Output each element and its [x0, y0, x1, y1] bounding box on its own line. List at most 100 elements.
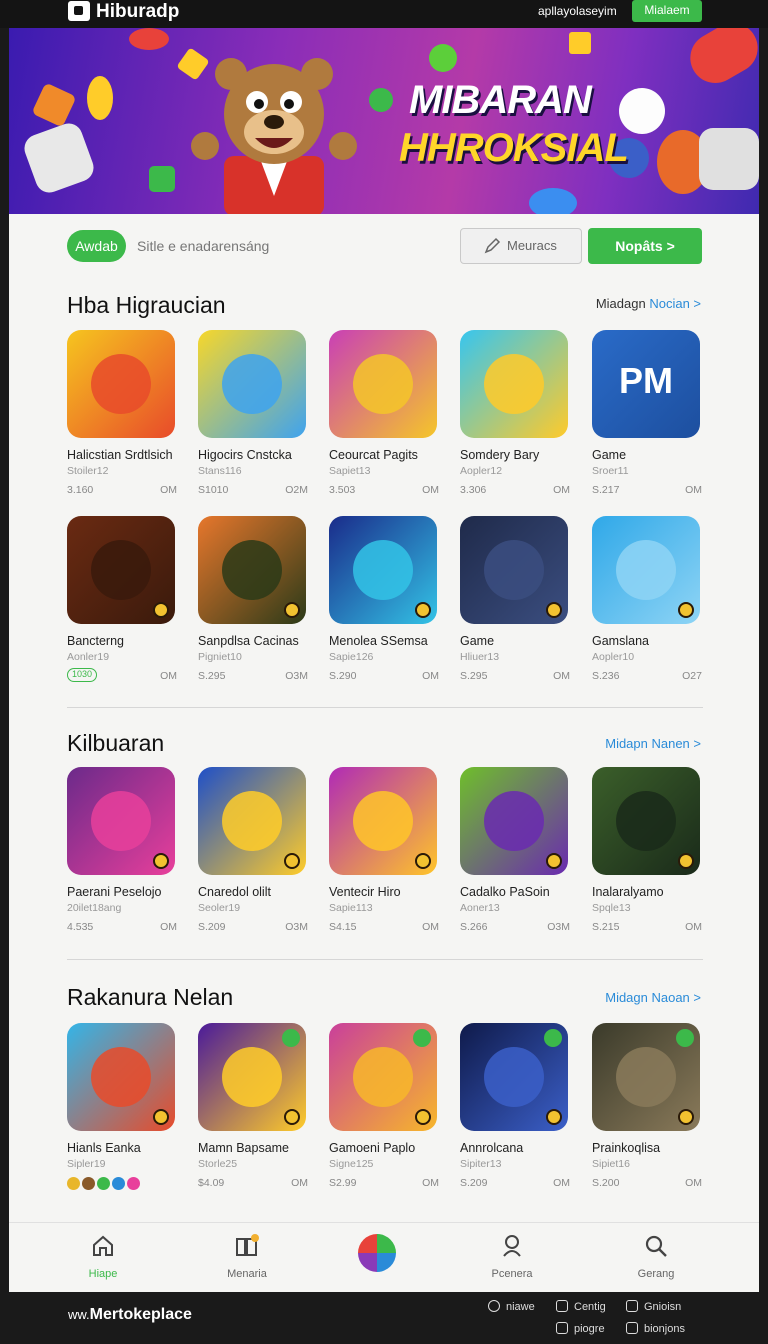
app-subtitle: Aonler19	[67, 651, 110, 663]
app-card[interactable]: Ventecir Hiro Sapie113 S4.15 OM	[329, 767, 439, 933]
app-card[interactable]: Menolea SSemsa Sapie126 S.290 OM	[329, 516, 439, 682]
go-button[interactable]: Nopâts >	[588, 228, 702, 264]
app-name: Ceourcat Pagits	[329, 448, 418, 462]
app-icon[interactable]	[67, 516, 175, 624]
brand-name[interactable]: Hiburadp	[96, 1, 179, 23]
app-card[interactable]: Ceourcat Pagits Sapiet13 3.503 OM	[329, 330, 439, 496]
app-name: Bancterng	[67, 634, 124, 648]
app-icon[interactable]	[460, 1023, 568, 1131]
nav-item-search[interactable]: Gerang	[611, 1233, 701, 1280]
footer-link[interactable]: Centig	[556, 1300, 606, 1313]
footer-link[interactable]: niawe	[488, 1300, 535, 1313]
nav-label: Menaria	[227, 1268, 267, 1280]
app-card[interactable]: Sanpdlsa Cacinas Pigniet10 S.295 O3M	[198, 516, 308, 682]
app-card[interactable]: PM Game Sroer11 S.217 OM	[592, 330, 702, 496]
app-icon[interactable]	[329, 516, 437, 624]
logo-icon	[68, 1, 90, 21]
section-link[interactable]: Miadagn Nocian >	[596, 296, 701, 311]
app-icon[interactable]	[67, 1023, 175, 1131]
app-card[interactable]: Gamoeni Paplo Signe125 S2.99 OM	[329, 1023, 439, 1189]
check-icon	[676, 1029, 694, 1047]
nav-item-center[interactable]	[332, 1233, 422, 1282]
app-card[interactable]: Bancterng Aonler19 1030 OM	[67, 516, 177, 682]
hero-decoration	[569, 32, 591, 54]
app-icon-art	[222, 540, 282, 600]
footer-link[interactable]: piogre	[556, 1322, 605, 1335]
app-name: Gamoeni Paplo	[329, 1141, 416, 1155]
app-subtitle: Stans116	[198, 465, 242, 477]
app-card[interactable]: Prainkoqlisa Sipiet16 S.200 OM	[592, 1023, 702, 1189]
search-input[interactable]: Sitle e enadarensáng	[137, 238, 269, 254]
filter-label: Meuracs	[507, 238, 557, 253]
divider	[67, 707, 703, 708]
app-card[interactable]: Somdery Bary Aopler12 3.306 OM	[460, 330, 570, 496]
app-badge: 1030	[67, 668, 98, 682]
main-panel: MIBARAN HHROKSIAL Awdab Sitle e enadaren…	[9, 28, 759, 1292]
app-card[interactable]: Annrolcana Sipiter13 S.209 OM	[460, 1023, 570, 1189]
filter-button[interactable]: Meuracs	[460, 228, 582, 264]
app-icon[interactable]	[460, 767, 568, 875]
section-link[interactable]: Midagn Naoan >	[605, 990, 701, 1005]
top-link[interactable]: apllayolaseyim	[538, 4, 617, 18]
app-card[interactable]: Higocirs Cnstcka Stans116 S1010 O2M	[198, 330, 308, 496]
app-card[interactable]: Gamslana Aopler10 S.236 O27	[592, 516, 702, 682]
app-icon[interactable]	[460, 330, 568, 438]
app-card[interactable]: Game Hliuer13 S.295 OM	[460, 516, 570, 682]
nav-item-home[interactable]: Hiape	[58, 1233, 148, 1280]
app-price: S.236	[592, 670, 620, 682]
app-icon[interactable]: PM	[592, 330, 700, 438]
footer-link-label: piogre	[574, 1323, 605, 1335]
app-icon[interactable]	[592, 767, 700, 875]
app-card[interactable]: Cnaredol olilt Seoler19 S.209 O3M	[198, 767, 308, 933]
hero-title: MIBARAN	[409, 78, 592, 122]
section-title: Rakanura Nelan	[67, 984, 234, 1010]
badge-icon	[546, 853, 562, 869]
app-icon[interactable]	[329, 767, 437, 875]
grid-icon	[236, 1234, 259, 1256]
app-name: Somdery Bary	[460, 448, 540, 462]
app-card[interactable]: Cadalko PaSoin Aoner13 S.266 O3M	[460, 767, 570, 933]
rating-dot-icon	[97, 1177, 110, 1190]
app-size: OM	[685, 1177, 702, 1189]
app-icon[interactable]	[198, 516, 306, 624]
app-icon[interactable]	[592, 516, 700, 624]
app-name: Game	[592, 448, 627, 462]
app-card[interactable]: Hianls Eanka Sipler19	[67, 1023, 177, 1190]
app-icon[interactable]	[198, 767, 306, 875]
nav-item-profile[interactable]: Pcenera	[467, 1233, 557, 1280]
footer-brand-name: Mertokeplace	[89, 1306, 192, 1323]
top-button[interactable]: Mialaem	[632, 0, 702, 22]
app-card[interactable]: Halicstian Srdtlsich Stoiler12 3.160 OM	[67, 330, 177, 496]
app-icon[interactable]	[67, 330, 175, 438]
app-name: Ventecir Hiro	[329, 885, 401, 899]
app-price: S.209	[460, 1177, 488, 1189]
hero-banner[interactable]: MIBARAN HHROKSIAL	[9, 28, 759, 214]
app-icon-art	[91, 791, 151, 851]
footer-link[interactable]: bionjons	[626, 1322, 685, 1335]
app-price: 3.306	[460, 484, 487, 496]
chart-icon	[626, 1300, 638, 1312]
app-icon-art	[484, 1047, 544, 1107]
app-icon[interactable]	[198, 1023, 306, 1131]
badge-icon	[153, 1109, 169, 1125]
app-card[interactable]: Paerani Peselojo 20ilet18ang 4.535 OM	[67, 767, 177, 933]
footer-link[interactable]: Gnioisn	[626, 1300, 681, 1313]
section-link[interactable]: Midapn Nanen >	[605, 736, 701, 751]
app-icon[interactable]	[460, 516, 568, 624]
app-card[interactable]: Inalaralyamo Spqle13 S.215 OM	[592, 767, 702, 933]
category-pill[interactable]: Awdab	[67, 230, 126, 262]
app-icon[interactable]	[329, 330, 437, 438]
app-size: OM	[422, 921, 439, 933]
footer: ww.Mertokeplace niawe Centig Gnioisn pio…	[0, 1292, 768, 1344]
app-icon[interactable]	[67, 767, 175, 875]
app-icon[interactable]	[329, 1023, 437, 1131]
nav-item-menu[interactable]: Menaria	[202, 1233, 292, 1280]
footer-brand[interactable]: ww.Mertokeplace	[68, 1306, 192, 1324]
app-card[interactable]: Mamn Bapsame Storle25 $4.09 OM	[198, 1023, 308, 1189]
page: Hiburadp apllayolaseyim Mialaem MIBARAN …	[0, 0, 768, 1344]
app-icon[interactable]	[198, 330, 306, 438]
app-size: O3M	[285, 670, 308, 682]
app-icon[interactable]	[592, 1023, 700, 1131]
app-subtitle: Aoner13	[460, 902, 500, 914]
pencil-icon	[484, 237, 501, 254]
